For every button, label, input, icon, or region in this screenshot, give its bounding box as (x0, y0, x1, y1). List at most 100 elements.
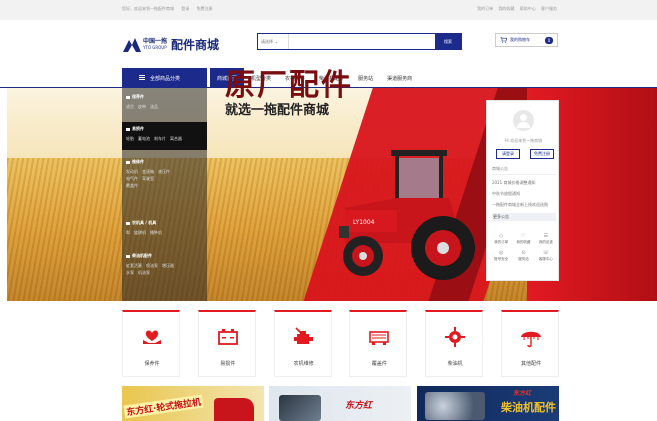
category-link[interactable]: 液压件 (158, 169, 170, 174)
category-card-diesel[interactable]: 柴油机 (425, 310, 484, 377)
my-favorites-link[interactable]: 我的收藏 (498, 6, 514, 11)
logo-en: YTO GROUP (143, 44, 167, 50)
tractor-icon (126, 221, 130, 225)
register-link[interactable]: 免费注册 (197, 6, 213, 11)
logo[interactable]: 中国一拖 YTO GROUP 配件商城 (123, 32, 219, 56)
car-icon (126, 127, 130, 131)
cart-button[interactable]: 我的购物车 0 (495, 33, 558, 47)
quick-link-support[interactable]: ☏ 客服中心 (535, 250, 557, 262)
menu-icon (139, 75, 145, 80)
category-card-care[interactable]: 保养件 (122, 310, 180, 377)
yto-logo-icon (123, 37, 141, 52)
category-group-implements[interactable]: 农机具 / 机具 犁旋耕机 播种机 (126, 220, 206, 236)
quick-link-favorites[interactable]: ♡ 我的收藏 (512, 233, 534, 245)
orders-icon: ◇ (499, 233, 504, 239)
tractor-image (214, 398, 254, 421)
nav-item-service-station[interactable]: 服务站 (351, 68, 380, 88)
customer-service-link[interactable]: 客户服务 (541, 6, 557, 11)
tractor-brand-text: LY1004 (353, 219, 375, 226)
login-link[interactable]: 登录 (181, 6, 189, 11)
category-card-repair[interactable]: 农机维修 (273, 310, 332, 377)
category-group-repair[interactable]: 维修件 发动机 变速箱 液压件 电气件 驾驶室 覆盖件 (126, 159, 206, 189)
cart-icon (500, 36, 508, 44)
chevron-down-icon: ⌄ (275, 39, 279, 44)
panel-register-button[interactable]: 免费注册 (530, 149, 554, 159)
avatar (513, 110, 534, 131)
category-link[interactable]: 增压器 (162, 263, 174, 268)
wrench-icon (126, 95, 130, 99)
category-group-maintenance[interactable]: 保养件 滤芯 皮带 油品 (126, 94, 206, 110)
location-icon: ⊙ (521, 250, 526, 256)
top-left-links: 您好，欢迎来到一拖配件商城 登录 免费注册 (122, 6, 219, 12)
category-link[interactable]: 喷油泵 (146, 263, 158, 268)
phone-icon: ☏ (542, 250, 549, 256)
all-categories-button[interactable]: 全部商品分类 (122, 68, 207, 88)
category-link[interactable]: 覆盖件 (126, 183, 138, 188)
category-link[interactable]: 离合器 (170, 136, 182, 141)
category-link[interactable]: 驾驶室 (142, 176, 154, 181)
category-link[interactable]: 发动机 (126, 169, 138, 174)
heart-icon: ♡ (521, 233, 526, 239)
search-input[interactable] (289, 34, 435, 49)
help-center-link[interactable]: 帮助中心 (520, 6, 536, 11)
top-bar: 您好，欢迎来到一拖配件商城 登录 免费注册 我的订单 我的收藏 帮助中心 客户服… (0, 0, 657, 20)
notice-more-link[interactable]: 更多公告 (492, 213, 556, 221)
logo-title: 配件商城 (171, 37, 220, 52)
care-hands-icon (141, 326, 163, 348)
my-orders-link[interactable]: 我的订单 (477, 6, 493, 11)
category-group-diesel[interactable]: 柴油机配件 缸套活塞 喷油泵 增压器 水泵 机油泵 (126, 253, 206, 276)
notice-item[interactable]: 2021 商城价格调整通知 (492, 180, 556, 186)
user-panel: Hi 欢迎来到一拖商城 请登录 免费注册 商城公告 2021 商城价格调整通知 … (486, 100, 559, 281)
promo-banner-tractor[interactable]: 东方红·轮式拖拉机 (122, 386, 264, 421)
search-button[interactable]: 搜索 (435, 34, 461, 49)
engine-parts-image (425, 392, 485, 420)
welcome-text: 您好，欢迎来到一拖配件商城 (122, 6, 174, 11)
category-link[interactable]: 滤芯 (126, 104, 134, 109)
engine-image (279, 395, 321, 421)
category-menu: 保养件 滤芯 皮带 油品 易损件 轮胎 蓄电池 刹车片 离合器 维修件 发动机 变速箱 液压件… (122, 88, 207, 301)
quick-link-station[interactable]: ⊙ 服务站 (512, 250, 534, 262)
promo-banners: 东方红·轮式拖拉机 东方红 东方红 柴油机配件 (122, 386, 559, 421)
quick-link-orders[interactable]: ◇ 我的订单 (490, 233, 512, 245)
category-link[interactable]: 变速箱 (142, 169, 154, 174)
category-card-other[interactable]: 其他配件 (500, 310, 559, 377)
category-link[interactable]: 播种机 (150, 230, 162, 235)
panel-welcome: Hi 欢迎来到一拖商城 (504, 138, 543, 143)
category-card-wear[interactable]: 易损件 (197, 310, 256, 377)
promo-banner-dongfanghong[interactable]: 东方红 (269, 386, 411, 421)
quick-link-security[interactable]: ◎ 账号安全 (490, 250, 512, 262)
engine-repair-icon (293, 326, 315, 348)
category-link[interactable]: 皮带 (138, 104, 146, 109)
notice-item[interactable]: 一拖配件商城全新上线欢迎选购 (492, 202, 556, 208)
diesel-engine-icon (444, 326, 466, 348)
category-link[interactable]: 蓄电池 (138, 136, 150, 141)
tractor-image: LY1004 (339, 150, 475, 280)
category-link[interactable]: 油品 (150, 104, 158, 109)
category-link[interactable]: 缸套活塞 (126, 263, 142, 268)
banner-subline: 就选一拖配件商城 (225, 103, 330, 118)
panel-login-button[interactable]: 请登录 (496, 149, 520, 159)
quick-link-history[interactable]: ☰ 我的足迹 (535, 233, 557, 245)
cart-count-badge: 0 (545, 37, 553, 44)
search-category-select[interactable]: 请选择 ⌄ (258, 34, 289, 49)
category-cards: 保养件 易损件 农机维修 覆盖件 柴油机 其他配件 (122, 310, 559, 377)
promo-banner-diesel[interactable]: 东方红 柴油机配件 (417, 386, 559, 421)
top-right-links: 我的订单 我的收藏 帮助中心 客户服务 (473, 6, 557, 12)
category-link[interactable]: 水泵 (126, 270, 134, 275)
category-card-cover[interactable]: 覆盖件 (349, 310, 408, 377)
category-link[interactable]: 刹车片 (154, 136, 166, 141)
all-categories-label: 全部商品分类 (150, 75, 181, 82)
banner-headline: 原厂配件 (225, 68, 353, 103)
category-link[interactable]: 机油泵 (138, 270, 150, 275)
battery-icon (217, 326, 239, 348)
list-icon: ☰ (543, 233, 549, 239)
category-link[interactable]: 犁 (126, 230, 130, 235)
cart-label: 我的购物车 (510, 37, 530, 42)
notice-item[interactable]: 中秋节放假通知 (492, 191, 556, 197)
nav-item-channel[interactable]: 渠道服务商 (380, 68, 419, 88)
notice-title: 商城公告 (492, 166, 556, 175)
category-link[interactable]: 旋耕机 (134, 230, 146, 235)
category-link[interactable]: 轮胎 (126, 136, 134, 141)
category-link[interactable]: 电气件 (126, 176, 138, 181)
category-group-wear[interactable]: 易损件 轮胎 蓄电池 刹车片 离合器 (126, 126, 206, 142)
